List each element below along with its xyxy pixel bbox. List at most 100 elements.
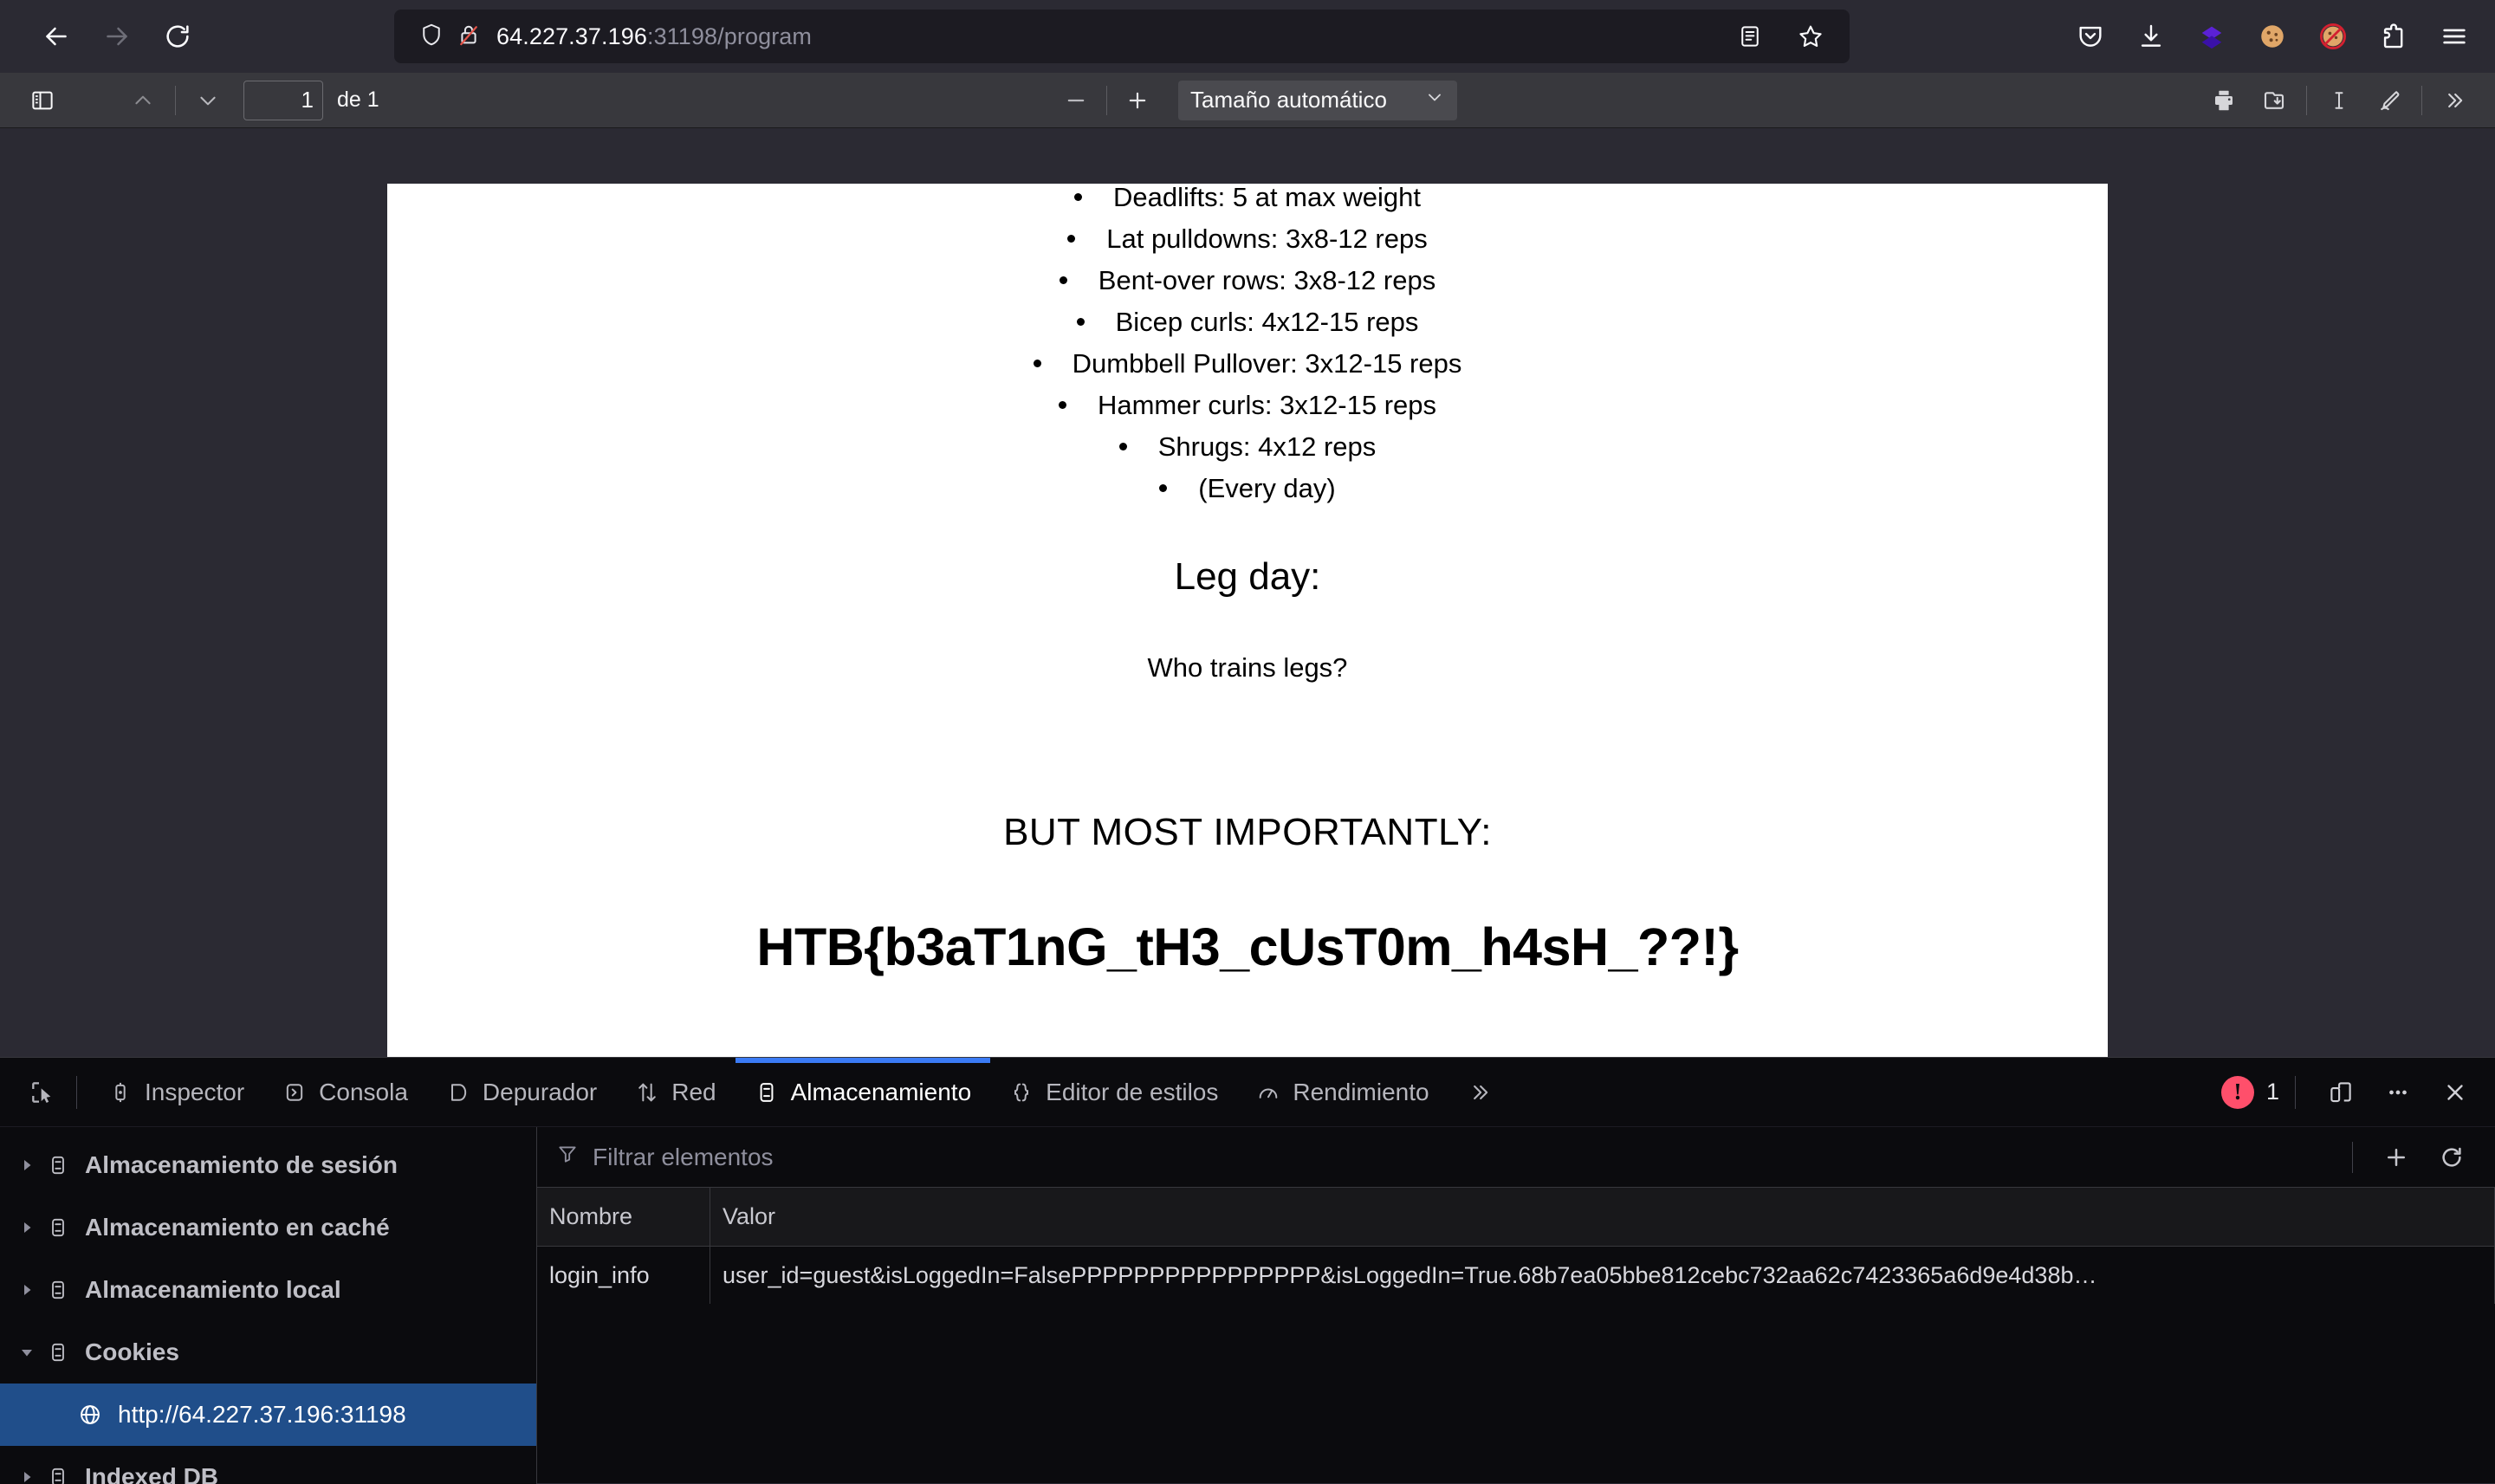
url-path: :31198/program xyxy=(646,23,812,49)
close-devtools-button[interactable] xyxy=(2431,1068,2479,1117)
page-number-input[interactable] xyxy=(243,80,323,120)
filter-placeholder-label: Filtrar elementos xyxy=(593,1143,774,1170)
tree-item-cookie-origin[interactable]: http://64.227.37.196:31198 xyxy=(0,1384,536,1446)
tree-item-label: Almacenamiento local xyxy=(85,1276,341,1303)
bullet-icon xyxy=(1058,400,1066,409)
element-picker-button[interactable] xyxy=(16,1066,69,1119)
cookie-extension-button[interactable] xyxy=(2247,11,2297,62)
pdf-page: Deadlifts: 5 at max weight Lat pulldowns… xyxy=(387,184,2108,1057)
inspector-icon xyxy=(115,1082,126,1102)
toolbar-divider xyxy=(1106,85,1107,115)
text-select-tool-icon xyxy=(2335,91,2343,109)
tab-consola[interactable]: Consola xyxy=(263,1058,427,1127)
reload-icon xyxy=(166,25,189,48)
back-button[interactable] xyxy=(29,10,83,63)
column-header-nombre[interactable]: Nombre xyxy=(537,1188,710,1246)
forward-button[interactable] xyxy=(90,10,144,63)
devtools-options-icon xyxy=(2389,1090,2407,1094)
tab-label: Rendimiento xyxy=(1293,1078,1429,1105)
error-count-badge[interactable]: ! 1 xyxy=(2220,1075,2279,1109)
app-menu-button[interactable] xyxy=(2429,11,2479,62)
downloads-button[interactable] xyxy=(2126,11,2176,62)
devtools-tabs-overflow-button[interactable] xyxy=(1448,1058,1511,1127)
insecure-connection-icon[interactable] xyxy=(457,23,481,51)
document-content: Deadlifts: 5 at max weight Lat pulldowns… xyxy=(387,184,2108,977)
cookie-value-cell: user_id=guest&isLoggedIn=FalsePPPPPPPPPP… xyxy=(710,1247,2495,1304)
tab-editor-de-estilos[interactable]: Editor de estilos xyxy=(990,1058,1237,1127)
extensions-button[interactable] xyxy=(2369,11,2419,62)
leg-day-heading: Leg day: xyxy=(1174,555,1321,598)
toolbar-divider xyxy=(175,85,176,115)
next-page-icon xyxy=(200,96,216,105)
tree-item-indexed-db[interactable]: Indexed DB xyxy=(0,1446,536,1484)
tab-depurador[interactable]: Depurador xyxy=(427,1058,616,1127)
chevron-right-icon[interactable] xyxy=(12,1157,42,1173)
style-editor-icon xyxy=(1014,1083,1029,1101)
tree-item-cache-storage[interactable]: Almacenamiento en caché xyxy=(0,1196,536,1259)
tree-item-label: Cookies xyxy=(85,1338,179,1365)
url-display[interactable]: 64.227.37.196:31198/program xyxy=(496,23,812,50)
table-row[interactable]: login_info user_id=guest&isLoggedIn=Fals… xyxy=(537,1247,2495,1304)
devtools-toolbar-actions: ! 1 xyxy=(2220,1068,2479,1117)
storage-icon xyxy=(47,1466,69,1484)
purple-diamond-extension-button[interactable] xyxy=(2187,11,2237,62)
save-button[interactable] xyxy=(2251,78,2297,123)
reload-button[interactable] xyxy=(151,10,204,63)
storage-icon xyxy=(47,1279,69,1301)
pocket-button[interactable] xyxy=(2065,11,2116,62)
tree-item-label: Indexed DB xyxy=(85,1463,219,1484)
list-item: Lat pulldowns: 3x8-12 reps xyxy=(387,225,2108,252)
zoom-out-button[interactable] xyxy=(1053,78,1099,123)
address-bar-actions xyxy=(1723,10,1837,63)
devtools-options-button[interactable] xyxy=(2374,1068,2422,1117)
tab-rendimiento[interactable]: Rendimiento xyxy=(1237,1058,1448,1127)
bullet-icon xyxy=(1159,483,1168,492)
tree-item-local-storage[interactable]: Almacenamiento local xyxy=(0,1259,536,1321)
list-item-label: (Every day) xyxy=(1198,473,1336,503)
chevron-right-icon[interactable] xyxy=(12,1469,42,1484)
bookmark-button[interactable] xyxy=(1784,10,1837,63)
toggle-sidebar-button[interactable] xyxy=(19,78,66,123)
next-page-button[interactable] xyxy=(185,78,231,123)
tab-almacenamiento[interactable]: Almacenamiento xyxy=(735,1057,991,1127)
pdf-viewer-toolbar: de 1 Tamaño automático xyxy=(0,73,2495,128)
tracking-protection-shield-icon[interactable] xyxy=(418,22,444,52)
error-icon: ! xyxy=(2220,1075,2254,1109)
cookie-blocked-extension-button[interactable] xyxy=(2308,11,2358,62)
text-select-tool-button[interactable] xyxy=(2316,78,2362,123)
add-item-button[interactable] xyxy=(2372,1133,2420,1182)
chevron-right-icon[interactable] xyxy=(12,1282,42,1298)
responsive-design-mode-button[interactable] xyxy=(2317,1068,2365,1117)
browser-toolbar: 64.227.37.196:31198/program xyxy=(0,0,2495,73)
previous-page-button[interactable] xyxy=(120,78,166,123)
address-bar[interactable]: 64.227.37.196:31198/program xyxy=(394,10,1850,63)
list-item-label: Dumbbell Pullover: 3x12-15 reps xyxy=(1072,348,1462,379)
filter-items-input[interactable]: Filtrar elementos xyxy=(556,1143,2352,1171)
reader-view-icon xyxy=(1741,26,1759,47)
tree-item-cookies[interactable]: Cookies xyxy=(0,1321,536,1384)
browser-toolbar-actions xyxy=(2065,11,2479,62)
reader-view-button[interactable] xyxy=(1723,10,1777,63)
zoom-level-select[interactable]: Tamaño automático xyxy=(1178,80,1457,120)
more-tools-button[interactable] xyxy=(2431,78,2478,123)
draw-tool-button[interactable] xyxy=(2366,78,2413,123)
column-header-valor[interactable]: Valor xyxy=(710,1188,2495,1246)
tree-item-session-storage[interactable]: Almacenamiento de sesión xyxy=(0,1134,536,1196)
list-item: Bent-over rows: 3x8-12 reps xyxy=(387,267,2108,294)
list-item-label: Bent-over rows: 3x8-12 reps xyxy=(1098,265,1436,295)
print-button[interactable] xyxy=(2200,78,2247,123)
chevron-right-icon[interactable] xyxy=(12,1220,42,1235)
list-item: Bicep curls: 4x12-15 reps xyxy=(387,308,2108,335)
tree-item-label: Almacenamiento de sesión xyxy=(85,1151,399,1178)
tab-inspector[interactable]: Inspector xyxy=(89,1058,263,1127)
network-icon xyxy=(638,1083,656,1101)
list-item: Shrugs: 4x12 reps xyxy=(387,433,2108,460)
storage-icon xyxy=(47,1341,69,1364)
refresh-items-button[interactable] xyxy=(2427,1133,2476,1182)
tab-red[interactable]: Red xyxy=(616,1058,735,1127)
zoom-in-button[interactable] xyxy=(1114,78,1161,123)
bullet-icon xyxy=(1074,192,1083,201)
tab-label: Almacenamiento xyxy=(790,1078,972,1105)
pdf-viewport[interactable]: Deadlifts: 5 at max weight Lat pulldowns… xyxy=(0,128,2495,1057)
chevron-down-icon[interactable] xyxy=(12,1345,42,1360)
